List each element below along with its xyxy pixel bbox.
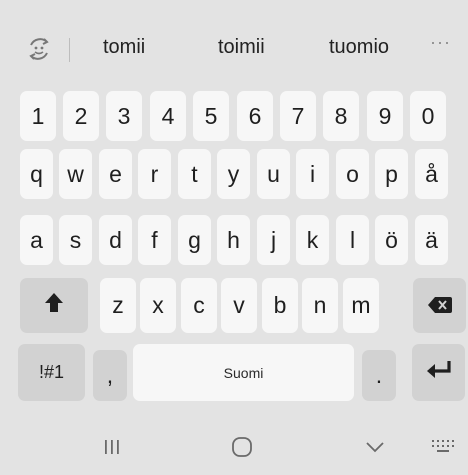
- key-k[interactable]: k: [296, 215, 329, 265]
- key-m[interactable]: m: [343, 278, 379, 333]
- key-d[interactable]: d: [99, 215, 132, 265]
- key-a[interactable]: a: [20, 215, 53, 265]
- back-button[interactable]: [355, 434, 395, 464]
- keyboard: tomii toimii tuomio ··· 1 2 3 4 5 6 7 8 …: [0, 0, 468, 475]
- key-b[interactable]: b: [262, 278, 298, 333]
- key-r[interactable]: r: [138, 149, 171, 199]
- key-e[interactable]: e: [99, 149, 132, 199]
- key-u[interactable]: u: [257, 149, 290, 199]
- key-3[interactable]: 3: [106, 91, 142, 141]
- enter-return-icon: [425, 359, 453, 386]
- comma-key[interactable]: ,: [93, 350, 127, 401]
- emoji-refresh-icon[interactable]: [24, 34, 54, 64]
- key-n[interactable]: n: [302, 278, 338, 333]
- suggestion-divider: [69, 38, 70, 62]
- space-key[interactable]: Suomi: [133, 344, 354, 401]
- key-g[interactable]: g: [178, 215, 211, 265]
- suggestion-1[interactable]: tomii: [103, 36, 145, 59]
- home-icon: [231, 436, 253, 463]
- key-j[interactable]: j: [257, 215, 290, 265]
- suggestion-bar: tomii toimii tuomio ···: [0, 28, 468, 72]
- shift-key[interactable]: [20, 278, 88, 333]
- key-5[interactable]: 5: [193, 91, 229, 141]
- key-c[interactable]: c: [181, 278, 217, 333]
- period-key[interactable]: .: [362, 350, 396, 401]
- recent-apps-icon: [103, 438, 121, 461]
- key-z[interactable]: z: [100, 278, 136, 333]
- backspace-icon: [427, 292, 452, 319]
- key-q[interactable]: q: [20, 149, 53, 199]
- key-8[interactable]: 8: [323, 91, 359, 141]
- shift-arrow-icon: [44, 292, 64, 320]
- key-a-umlaut[interactable]: ä: [415, 215, 448, 265]
- suggestion-2[interactable]: toimii: [218, 36, 265, 59]
- key-a-ring[interactable]: å: [415, 149, 448, 199]
- key-x[interactable]: x: [140, 278, 176, 333]
- symbols-key[interactable]: !#1: [18, 344, 85, 401]
- key-o[interactable]: o: [336, 149, 369, 199]
- suggestion-3[interactable]: tuomio: [329, 36, 389, 59]
- enter-key[interactable]: [412, 344, 465, 401]
- key-p[interactable]: p: [375, 149, 408, 199]
- keyboard-switch-button[interactable]: [424, 434, 464, 464]
- navigation-bar: [0, 420, 468, 475]
- key-7[interactable]: 7: [280, 91, 316, 141]
- recent-apps-button[interactable]: [92, 434, 132, 464]
- key-4[interactable]: 4: [150, 91, 186, 141]
- more-suggestions-icon[interactable]: ···: [430, 32, 451, 53]
- key-2[interactable]: 2: [63, 91, 99, 141]
- home-button[interactable]: [222, 434, 262, 464]
- key-1[interactable]: 1: [20, 91, 56, 141]
- key-o-umlaut[interactable]: ö: [375, 215, 408, 265]
- key-s[interactable]: s: [59, 215, 92, 265]
- key-6[interactable]: 6: [237, 91, 273, 141]
- key-w[interactable]: w: [59, 149, 92, 199]
- key-t[interactable]: t: [178, 149, 211, 199]
- key-0[interactable]: 0: [410, 91, 446, 141]
- key-v[interactable]: v: [221, 278, 257, 333]
- key-i[interactable]: i: [296, 149, 329, 199]
- key-9[interactable]: 9: [367, 91, 403, 141]
- back-chevron-icon: [365, 440, 385, 458]
- key-l[interactable]: l: [336, 215, 369, 265]
- keyboard-grid-icon: [431, 438, 457, 461]
- key-y[interactable]: y: [217, 149, 250, 199]
- backspace-key[interactable]: [413, 278, 466, 333]
- key-f[interactable]: f: [138, 215, 171, 265]
- key-h[interactable]: h: [217, 215, 250, 265]
